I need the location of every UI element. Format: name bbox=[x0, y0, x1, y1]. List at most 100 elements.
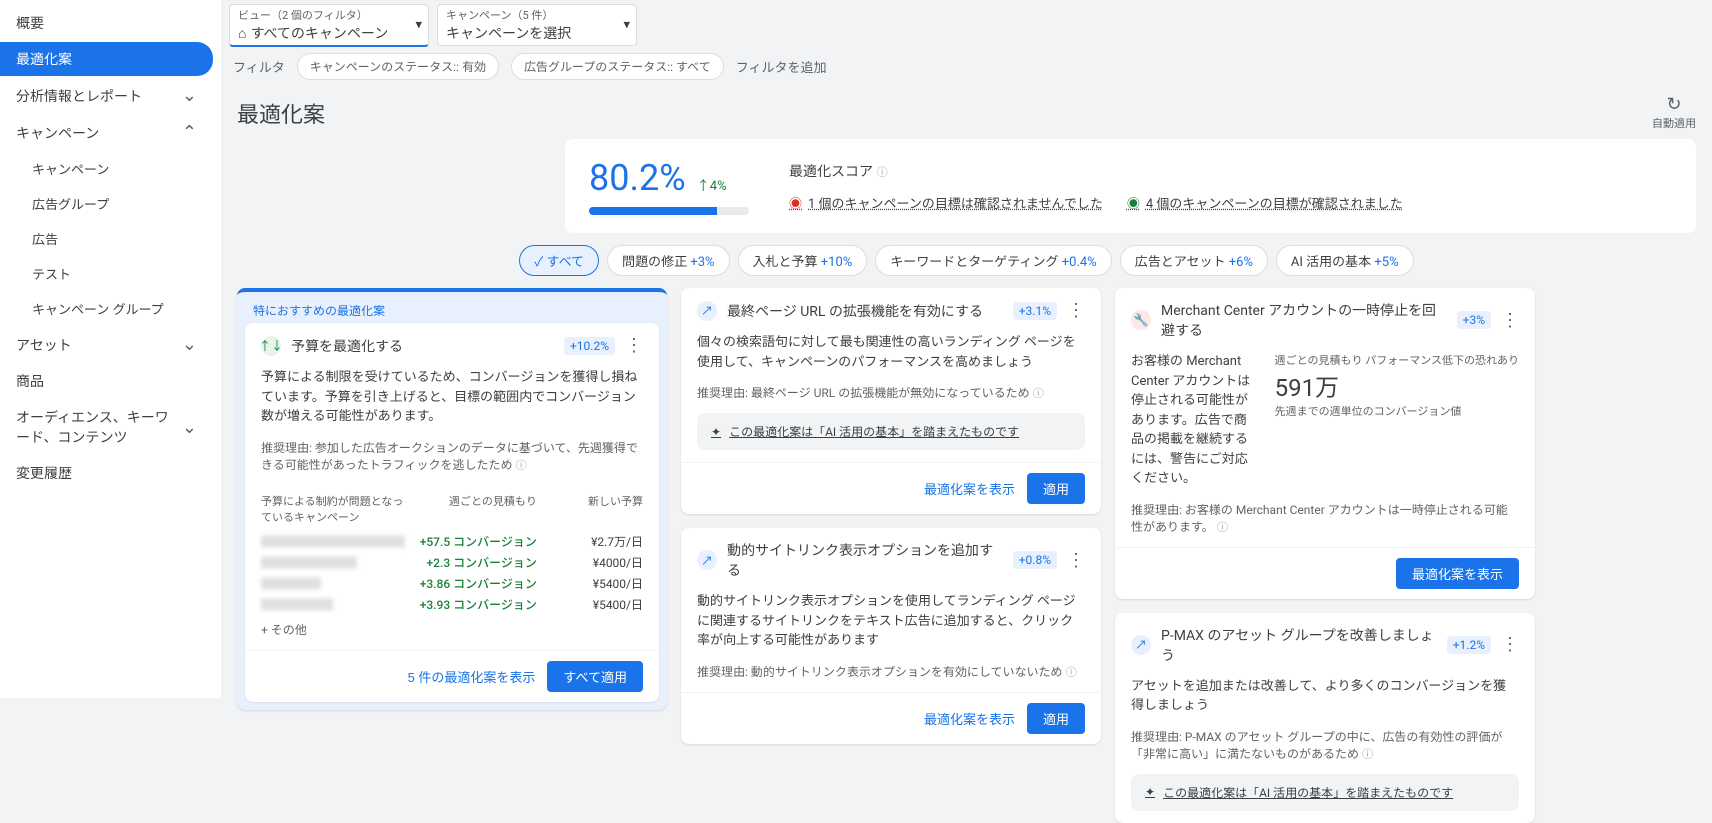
budget-table: 予算による制約が問題となっているキャンペーン 週ごとの見積もり 新しい予算 ██… bbox=[245, 485, 659, 650]
apply-button[interactable]: 適用 bbox=[1027, 473, 1085, 504]
view-recommendation-button[interactable]: 最適化案を表示 bbox=[1396, 558, 1519, 589]
card-body: 予算による制限を受けているため、コンバージョンを獲得し損ねています。予算を引き上… bbox=[245, 368, 659, 439]
sidebar-item-recommendations[interactable]: 最適化案 bbox=[0, 42, 213, 76]
sidebar-item-ads[interactable]: 広告 bbox=[0, 222, 213, 255]
tab-keywords[interactable]: キーワードとターゲティング +0.4% bbox=[875, 245, 1111, 276]
ai-banner[interactable]: ✦この最適化案は「AI 活用の基本」を踏まえたものです bbox=[697, 413, 1085, 450]
tab-ai[interactable]: AI 活用の基本 +5% bbox=[1276, 245, 1414, 276]
card-merchant: 🔧 Merchant Center アカウントの一時停止を回避する +3% ⋮ … bbox=[1115, 288, 1535, 599]
sidebar-item-products[interactable]: 商品 bbox=[0, 364, 213, 398]
refresh-icon: ↻ bbox=[1652, 94, 1696, 115]
sidebar-item-overview[interactable]: 概要 bbox=[0, 6, 213, 40]
filter-label: フィルタ bbox=[233, 57, 285, 76]
sidebar-item-insights[interactable]: 分析情報とレポート⌄ bbox=[0, 78, 213, 113]
more-icon[interactable]: ⋮ bbox=[1501, 310, 1519, 331]
sidebar-item-assets[interactable]: アセット⌄ bbox=[0, 327, 213, 362]
help-icon[interactable]: ⓘ bbox=[516, 459, 527, 472]
more-icon[interactable]: ⋮ bbox=[1067, 300, 1085, 321]
featured-label: 特におすすめの最適化案 bbox=[237, 292, 667, 323]
card-body: お客様の Merchant Center アカウントは停止される可能性があります… bbox=[1131, 352, 1259, 489]
view-dropdown[interactable]: ビュー（2 個のフィルタ） ⌂すべてのキャンペーン ▾ bbox=[229, 4, 429, 47]
help-icon[interactable]: ⓘ bbox=[1362, 748, 1373, 761]
help-icon[interactable]: ⓘ bbox=[1066, 666, 1077, 679]
topbar: ビュー（2 個のフィルタ） ⌂すべてのキャンペーン ▾ キャンペーン（5 件） … bbox=[221, 0, 1712, 47]
card-title: 予算を最適化する bbox=[291, 336, 554, 356]
help-icon[interactable]: ⓘ bbox=[1217, 521, 1228, 534]
chevron-down-icon: ▾ bbox=[623, 18, 630, 33]
tab-all[interactable]: ✓ すべて bbox=[519, 245, 599, 276]
table-row: ██████+3.93 コンバージョン¥5400/日 bbox=[261, 594, 643, 615]
table-row: █████+3.86 コンバージョン¥5400/日 bbox=[261, 573, 643, 594]
view-recommendations-link[interactable]: 5 件の最適化案を表示 bbox=[408, 667, 536, 686]
filter-chip-adgroup-status[interactable]: 広告グループのステータス:: すべて bbox=[511, 53, 724, 80]
filter-bar: フィルタ キャンペーンのステータス:: 有効 広告グループのステータス:: すべ… bbox=[221, 47, 1712, 86]
card-title: P-MAX のアセット グループを改善しましょう bbox=[1161, 625, 1437, 665]
score-value: 80.2% bbox=[589, 157, 686, 199]
card-body: 動的サイトリンク表示オプションを使用してランディング ページに関連するサイトリン… bbox=[681, 592, 1101, 663]
card-title: Merchant Center アカウントの一時停止を回避する bbox=[1161, 300, 1447, 340]
expand-icon: ↗ bbox=[697, 301, 717, 321]
view-recommendation-link[interactable]: 最適化案を表示 bbox=[924, 709, 1015, 728]
score-bar bbox=[589, 207, 749, 215]
score-warning[interactable]: ◉1 個のキャンペーンの目標は確認されませんでした bbox=[789, 193, 1103, 212]
chevron-down-icon: ⌄ bbox=[182, 417, 197, 438]
arrows-icon: ↑↓ bbox=[261, 336, 281, 356]
auto-apply-button[interactable]: ↻ 自動適用 bbox=[1652, 94, 1696, 131]
apply-all-button[interactable]: すべて適用 bbox=[547, 661, 643, 692]
sparkle-icon: ✦ bbox=[1145, 785, 1155, 799]
check-icon: ◉ bbox=[1127, 193, 1140, 212]
sidebar-item-campaign-groups[interactable]: キャンペーン グループ bbox=[0, 292, 213, 325]
sidebar-item-adgroups[interactable]: 広告グループ bbox=[0, 187, 213, 220]
score-change: ↑4% bbox=[697, 179, 727, 194]
campaign-dropdown[interactable]: キャンペーン（5 件） キャンペーンを選択 ▾ bbox=[437, 4, 637, 46]
card-body: 個々の検索語句に対して最も関連性の高いランディング ページを使用して、キャンペー… bbox=[681, 333, 1101, 384]
more-icon[interactable]: ⋮ bbox=[1501, 634, 1519, 655]
tab-fix[interactable]: 問題の修正 +3% bbox=[607, 245, 729, 276]
sidebar: 概要 最適化案 分析情報とレポート⌄ キャンペーン⌃ キャンペーン 広告グループ… bbox=[0, 0, 221, 698]
card-pct: +3% bbox=[1457, 311, 1491, 329]
category-tabs: ✓ すべて 問題の修正 +3% 入札と予算 +10% キーワードとターゲティング… bbox=[221, 245, 1712, 276]
metric: 週ごとの見積もり パフォーマンス低下の恐れあり 591万 先週までの週単位のコン… bbox=[1275, 352, 1519, 489]
page-title: 最適化案 bbox=[237, 97, 325, 129]
wrench-icon: 🔧 bbox=[1131, 310, 1151, 330]
help-icon[interactable]: ⓘ bbox=[1033, 387, 1044, 400]
chevron-down-icon: ⌄ bbox=[182, 334, 197, 355]
more-icon[interactable]: ⋮ bbox=[625, 335, 643, 356]
sidebar-item-campaigns-sub[interactable]: キャンペーン bbox=[0, 152, 213, 185]
table-row: ████████████+57.5 コンバージョン¥2.7万/日 bbox=[261, 531, 643, 552]
card-sitelink: ↗ 動的サイトリンク表示オプションを追加する +0.8% ⋮ 動的サイトリンク表… bbox=[681, 528, 1101, 744]
sidebar-item-history[interactable]: 変更履歴 bbox=[0, 456, 213, 490]
tab-bid[interactable]: 入札と予算 +10% bbox=[738, 245, 868, 276]
sidebar-item-tests[interactable]: テスト bbox=[0, 257, 213, 290]
score-title: 最適化スコア bbox=[789, 164, 873, 180]
expand-icon: ↗ bbox=[697, 550, 717, 570]
home-icon: ⌂ bbox=[238, 25, 246, 42]
help-icon[interactable]: ⓘ bbox=[876, 166, 887, 179]
filter-chip-campaign-status[interactable]: キャンペーンのステータス:: 有効 bbox=[297, 53, 499, 80]
table-other[interactable]: + その他 bbox=[261, 615, 643, 638]
add-filter[interactable]: フィルタを追加 bbox=[736, 57, 827, 76]
card-pct: +3.1% bbox=[1013, 302, 1057, 320]
score-ok[interactable]: ◉4 個のキャンペーンの目標が確認されました bbox=[1127, 193, 1403, 212]
card-pct: +1.2% bbox=[1447, 636, 1491, 654]
score-card: 80.2% ↑4% 最適化スコア ⓘ ◉1 個のキャンペーンの目標は確認されませ… bbox=[565, 139, 1696, 233]
ai-banner[interactable]: ✦この最適化案は「AI 活用の基本」を踏まえたものです bbox=[1131, 774, 1519, 811]
main: ビュー（2 個のフィルタ） ⌂すべてのキャンペーン ▾ キャンペーン（5 件） … bbox=[221, 0, 1712, 698]
table-row: ████████+2.3 コンバージョン¥4000/日 bbox=[261, 552, 643, 573]
chevron-up-icon: ⌃ bbox=[182, 122, 197, 143]
sidebar-item-audiences[interactable]: オーディエンス、キーワード、コンテンツ⌄ bbox=[0, 400, 213, 454]
view-recommendation-link[interactable]: 最適化案を表示 bbox=[924, 479, 1015, 498]
tab-ads-assets[interactable]: 広告とアセット +6% bbox=[1120, 245, 1268, 276]
sidebar-item-campaigns[interactable]: キャンペーン⌃ bbox=[0, 115, 213, 150]
card-body: アセットを追加または改善して、より多くのコンバージョンを獲得しましょう bbox=[1115, 677, 1535, 728]
card-title: 最終ページ URL の拡張機能を有効にする bbox=[727, 301, 1003, 321]
chevron-down-icon: ▾ bbox=[415, 18, 422, 33]
card-title: 動的サイトリンク表示オプションを追加する bbox=[727, 540, 1003, 580]
sparkle-icon: ✦ bbox=[711, 425, 721, 439]
card-url-expansion: ↗ 最終ページ URL の拡張機能を有効にする +3.1% ⋮ 個々の検索語句に… bbox=[681, 288, 1101, 514]
card-pmax: ↗ P-MAX のアセット グループを改善しましょう +1.2% ⋮ アセットを… bbox=[1115, 613, 1535, 823]
apply-button[interactable]: 適用 bbox=[1027, 703, 1085, 734]
more-icon[interactable]: ⋮ bbox=[1067, 550, 1085, 571]
warning-icon: ◉ bbox=[789, 193, 802, 212]
card-pct: +10.2% bbox=[564, 337, 615, 355]
